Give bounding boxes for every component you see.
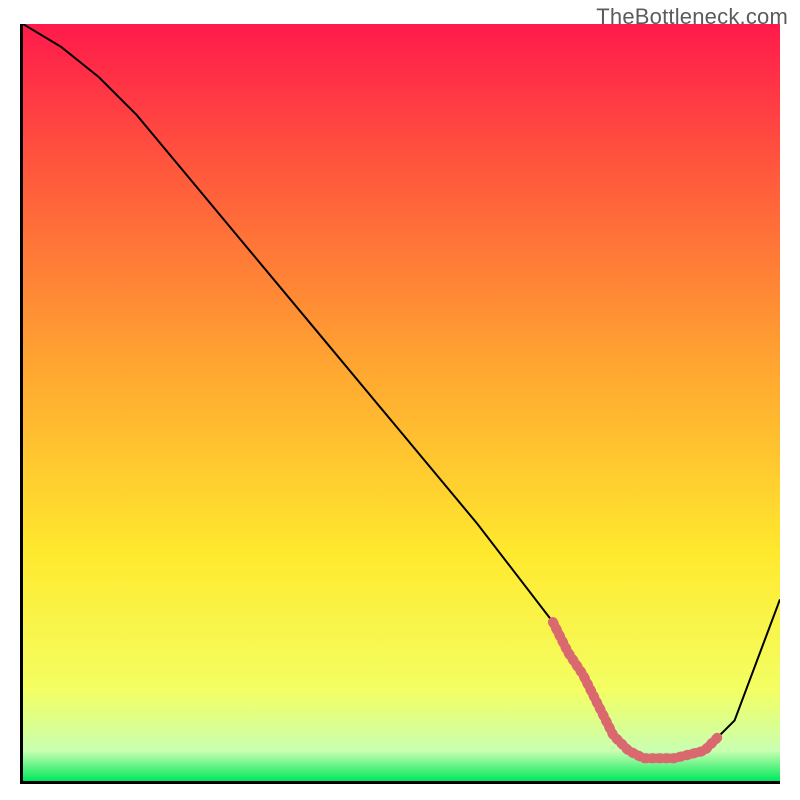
plot-area xyxy=(20,24,780,784)
chart-container: TheBottleneck.com xyxy=(0,0,800,800)
watermark-text: TheBottleneck.com xyxy=(596,4,788,30)
chart-svg xyxy=(23,24,780,781)
gradient-background xyxy=(23,24,780,781)
